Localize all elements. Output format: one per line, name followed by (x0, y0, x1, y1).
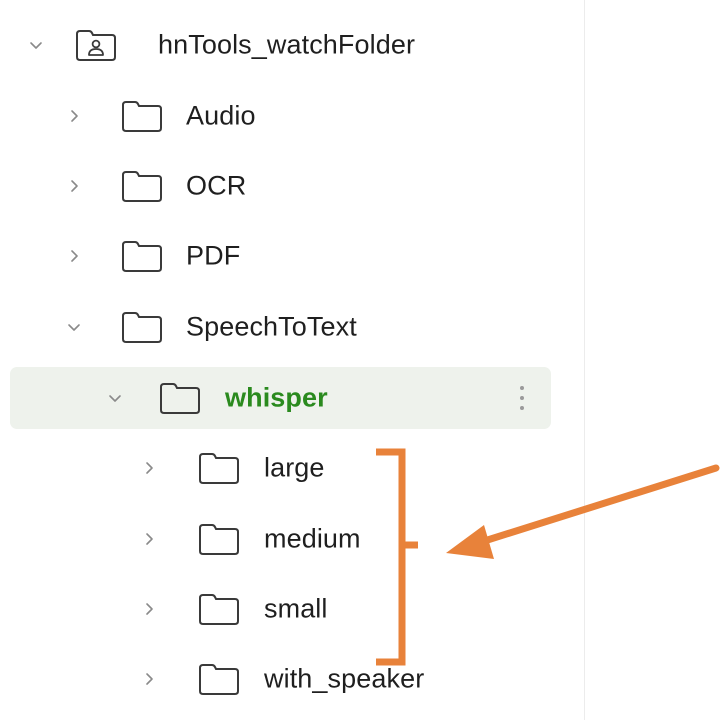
chevron-right-icon[interactable] (66, 108, 82, 124)
chevron-down-icon[interactable] (28, 37, 44, 53)
tree-item-audio[interactable]: Audio (0, 85, 584, 147)
folder-icon (197, 522, 241, 556)
folder-icon (120, 99, 164, 133)
tree-item-label: large (264, 452, 325, 483)
chevron-down-icon[interactable] (107, 390, 123, 406)
tree-item-ocr[interactable]: OCR (0, 155, 584, 217)
tree-item-label: small (264, 593, 328, 624)
tree-item-label: PDF (186, 240, 241, 271)
folder-icon (158, 381, 202, 415)
tree-item-speechtotext[interactable]: SpeechToText (0, 296, 584, 358)
chevron-right-icon[interactable] (141, 601, 157, 617)
folder-icon (197, 592, 241, 626)
folder-tree-panel: hnTools_watchFolder Audio OCR PDF Speech… (0, 0, 585, 720)
tree-item-label: SpeechToText (186, 311, 357, 342)
chevron-right-icon[interactable] (66, 248, 82, 264)
folder-icon (120, 310, 164, 344)
tree-item-label: hnTools_watchFolder (158, 29, 416, 60)
tree-item-whisper[interactable]: whisper (10, 367, 551, 429)
tree-item-label: medium (264, 523, 361, 554)
chevron-down-icon[interactable] (66, 319, 82, 335)
tree-item-pdf[interactable]: PDF (0, 225, 584, 287)
tree-item-small[interactable]: small (0, 578, 584, 640)
chevron-right-icon[interactable] (141, 531, 157, 547)
tree-item-label: whisper (225, 382, 328, 413)
shared-folder-icon (74, 28, 118, 62)
chevron-right-icon[interactable] (66, 178, 82, 194)
chevron-right-icon[interactable] (141, 460, 157, 476)
tree-item-label: OCR (186, 170, 247, 201)
tree-item-large[interactable]: large (0, 437, 584, 499)
folder-icon (197, 662, 241, 696)
tree-item-hntools-watchfolder[interactable]: hnTools_watchFolder (0, 14, 584, 76)
tree-item-label: Audio (186, 100, 256, 131)
tree-item-label: with_speaker (264, 663, 425, 694)
chevron-right-icon[interactable] (141, 671, 157, 687)
content-pane (585, 0, 727, 720)
tree-item-medium[interactable]: medium (0, 508, 584, 570)
more-options-icon[interactable] (519, 384, 525, 412)
tree-item-with-speaker[interactable]: with_speaker (0, 648, 584, 710)
folder-icon (120, 239, 164, 273)
folder-icon (120, 169, 164, 203)
folder-icon (197, 451, 241, 485)
